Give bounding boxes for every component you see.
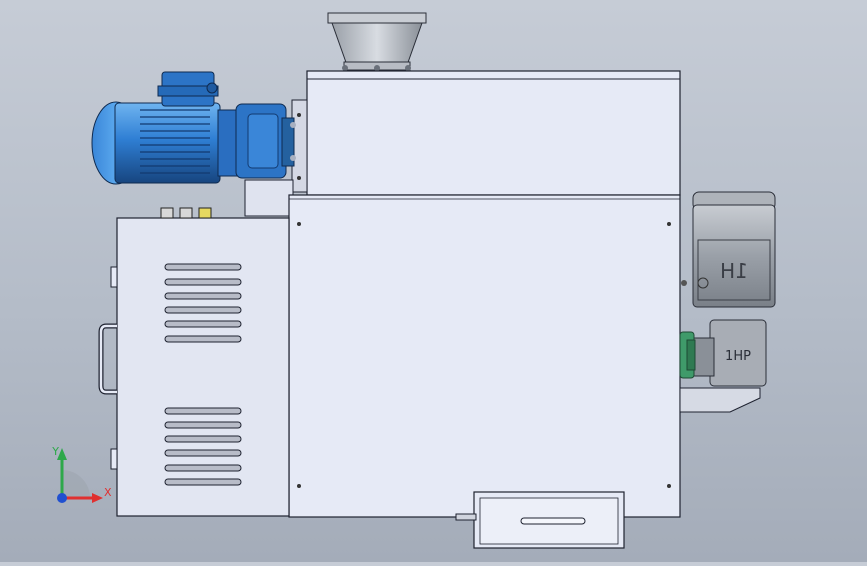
motor-plate-text: 1H (720, 259, 748, 283)
gearbox-label: 1HP (725, 349, 751, 364)
motor-bracket (244, 179, 294, 217)
z-axis-marker (57, 493, 67, 503)
machine-drawing: 1H 1HP Y X (51, 12, 776, 549)
secondary-motor: 1H 1HP (679, 191, 776, 413)
hopper (327, 12, 427, 71)
foot (455, 513, 477, 521)
x-axis-label: X (104, 486, 112, 499)
control-enclosure (98, 207, 290, 517)
main-cabinet (288, 194, 681, 518)
cad-viewport[interactable]: 1H 1HP Y X (0, 0, 867, 562)
upper-housing (291, 70, 681, 196)
coordinate-triad: Y X (51, 445, 112, 503)
main-drive-motor (91, 71, 296, 185)
y-axis-label: Y (51, 445, 59, 458)
discharge-drawer (473, 491, 625, 549)
